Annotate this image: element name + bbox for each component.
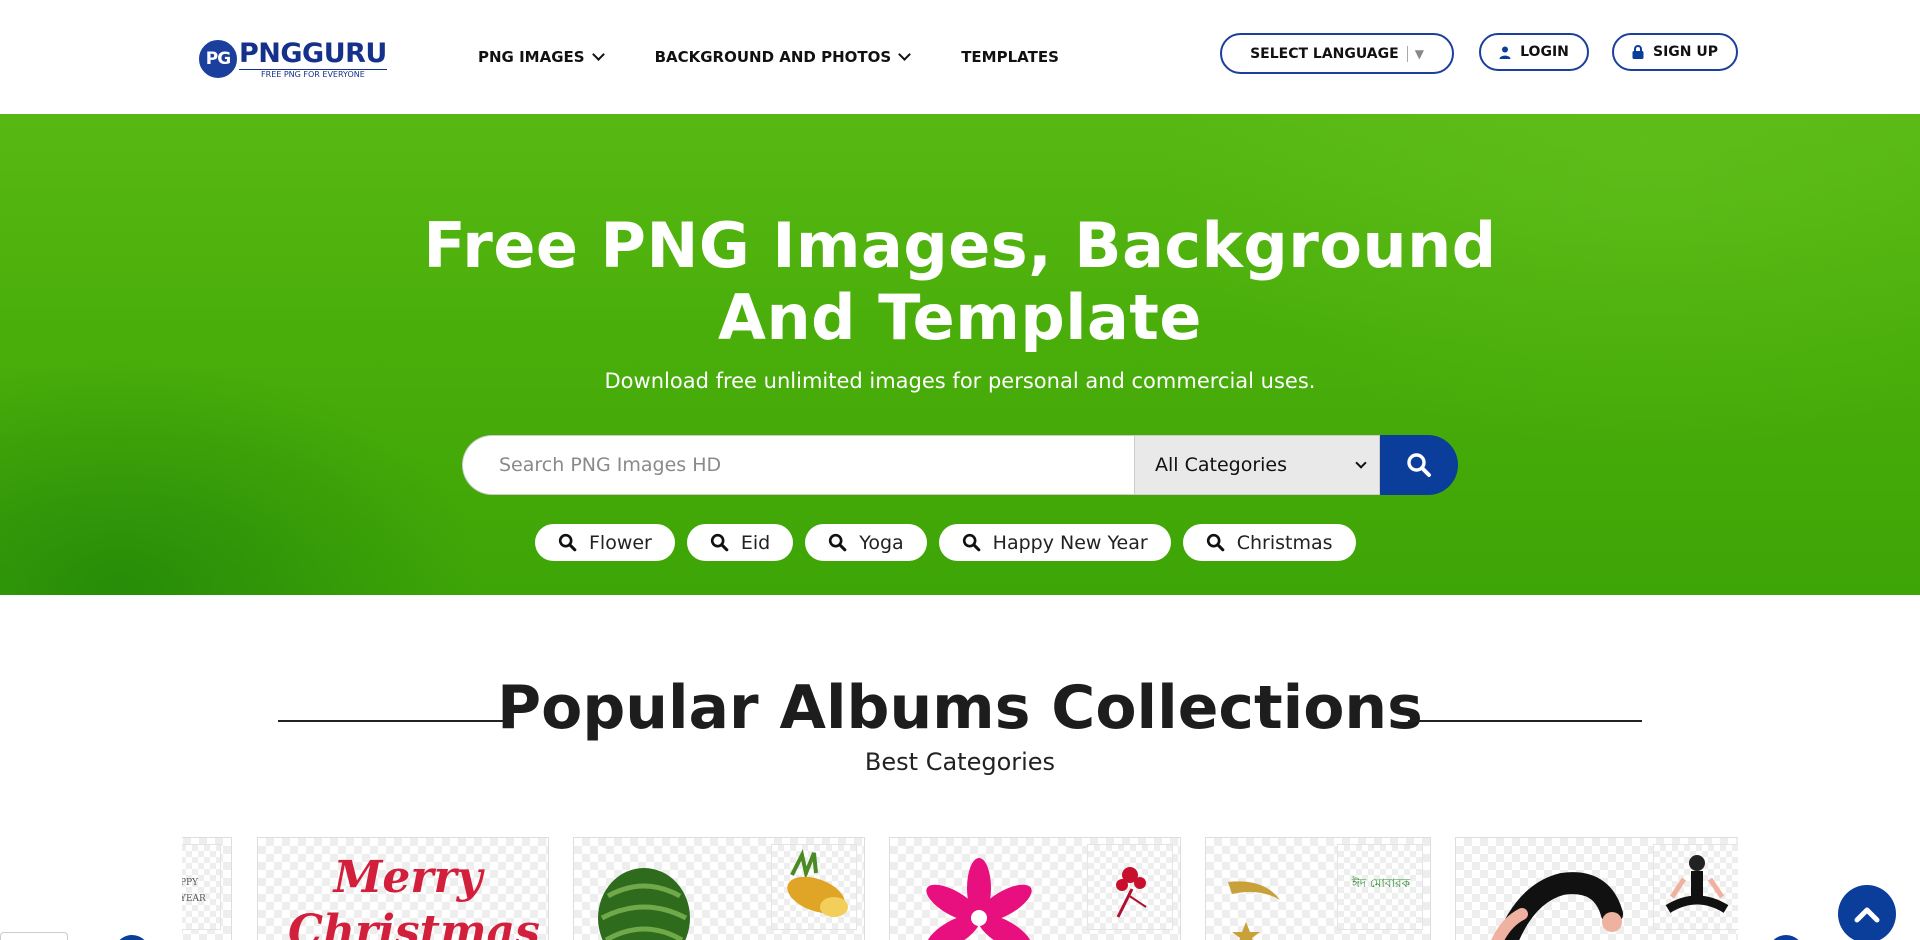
tag-label: Christmas <box>1236 531 1333 554</box>
section-subtitle: Best Categories <box>864 748 1056 776</box>
search-bar: All Categories <box>462 435 1458 495</box>
category-select-value: All Categories <box>1155 454 1288 476</box>
christmas-text-art: Merry Christmas <box>288 850 540 940</box>
album-carousel: PPY YEAR Merry Christmas ঈদ মোবারক <box>182 837 1738 940</box>
hero-banner: Free PNG Images, Background And Template… <box>0 114 1920 595</box>
back-to-top-button[interactable] <box>1838 885 1896 940</box>
album-card-flower[interactable] <box>889 837 1181 940</box>
nav-templates-label: TEMPLATES <box>961 48 1059 66</box>
tag-yoga[interactable]: Yoga <box>805 524 927 561</box>
chevron-up-icon <box>1854 907 1880 923</box>
tag-happy-new-year[interactable]: Happy New Year <box>938 524 1171 561</box>
dropdown-arrow-icon: ▼ <box>1414 46 1424 61</box>
meditation-icon <box>1665 855 1729 913</box>
user-icon <box>1499 46 1511 59</box>
language-select[interactable]: SELECT LANGUAGE ▼ <box>1220 33 1454 74</box>
category-select[interactable]: All Categories <box>1134 435 1380 495</box>
watermelon-icon <box>598 868 690 940</box>
album-thumb <box>1087 844 1173 930</box>
search-icon <box>1206 533 1225 552</box>
carousel-next-button[interactable] <box>1768 935 1804 940</box>
crescent-star-icon <box>1228 881 1280 940</box>
chevron-down-icon <box>898 48 912 61</box>
hero-title: Free PNG Images, Background And Template <box>423 209 1497 354</box>
tag-label: Happy New Year <box>992 531 1148 554</box>
signup-button[interactable]: SIGN UP <box>1612 33 1738 71</box>
logo-tagline: FREE PNG FOR EVERYONE <box>239 68 387 79</box>
nav-templates[interactable]: TEMPLATES <box>961 48 1059 66</box>
search-icon <box>829 533 847 552</box>
nav-background-label: BACKGROUND AND PHOTOS <box>654 48 892 66</box>
nav-png-images[interactable]: PNG IMAGES <box>478 48 605 66</box>
album-card-fruits[interactable] <box>573 837 865 940</box>
pineapple-icon <box>787 849 848 917</box>
album-card-christmas[interactable]: Merry Christmas <box>257 837 549 940</box>
language-select-label: SELECT LANGUAGE <box>1250 45 1399 62</box>
login-label: LOGIN <box>1520 44 1569 60</box>
login-button[interactable]: LOGIN <box>1479 33 1589 71</box>
album-card-eid[interactable]: ঈদ মোবারক <box>1205 837 1431 940</box>
album-card-yoga[interactable] <box>1455 837 1738 940</box>
search-icon <box>1407 453 1431 477</box>
logo-badge-icon: PG <box>199 40 237 78</box>
flower-icon <box>926 858 1032 940</box>
search-icon <box>710 533 729 552</box>
site-logo[interactable]: PG PNGGURU FREE PNG FOR EVERYONE <box>199 38 404 80</box>
search-icon <box>962 533 980 552</box>
signup-label: SIGN UP <box>1652 44 1718 60</box>
title-rule-right <box>1408 720 1642 722</box>
popular-search-tags: Flower Eid Yoga Happy New Year Christmas <box>535 524 1368 561</box>
album-card-happy-new-year[interactable]: PPY YEAR <box>182 837 232 940</box>
corner-widget[interactable] <box>0 932 68 940</box>
album-thumb: PPY YEAR <box>182 844 221 930</box>
yoga-pose-icon <box>1491 872 1623 940</box>
chevron-down-icon <box>1355 456 1367 469</box>
lock-icon <box>1632 45 1644 59</box>
album-thumb <box>1653 844 1738 930</box>
album-thumb: ঈদ মোবারক <box>1337 844 1423 930</box>
hero-subtitle: Download free unlimited images for perso… <box>604 369 1316 393</box>
top-navbar: PG PNGGURU FREE PNG FOR EVERYONE PNG IMA… <box>0 0 1920 114</box>
section-title: Popular Albums Collections <box>497 673 1423 743</box>
rose-icon <box>1116 867 1147 918</box>
logo-wordmark: PNGGURU <box>239 37 387 69</box>
tag-christmas[interactable]: Christmas <box>1182 524 1356 561</box>
language-divider <box>1406 45 1408 62</box>
tag-label: Flower <box>589 531 652 554</box>
album-snippet: ঈদ মোবারক <box>1351 876 1411 890</box>
nav-png-images-label: PNG IMAGES <box>478 48 585 66</box>
album-thumb <box>771 844 857 930</box>
search-button[interactable] <box>1380 435 1458 495</box>
album-snippet: PPY YEAR <box>182 878 206 904</box>
tag-label: Eid <box>740 531 771 554</box>
search-input[interactable] <box>462 435 1134 495</box>
main-nav: PNG IMAGES BACKGROUND AND PHOTOS TEMPLAT… <box>478 45 1111 69</box>
tag-eid[interactable]: Eid <box>686 524 794 561</box>
tag-label: Yoga <box>859 531 904 554</box>
chevron-down-icon <box>591 48 605 61</box>
search-icon <box>558 533 577 552</box>
album-snippet: Merry Christmas <box>288 852 540 940</box>
nav-background-and-photos[interactable]: BACKGROUND AND PHOTOS <box>654 48 912 66</box>
carousel-prev-button[interactable] <box>114 935 150 940</box>
tag-flower[interactable]: Flower <box>535 524 675 561</box>
